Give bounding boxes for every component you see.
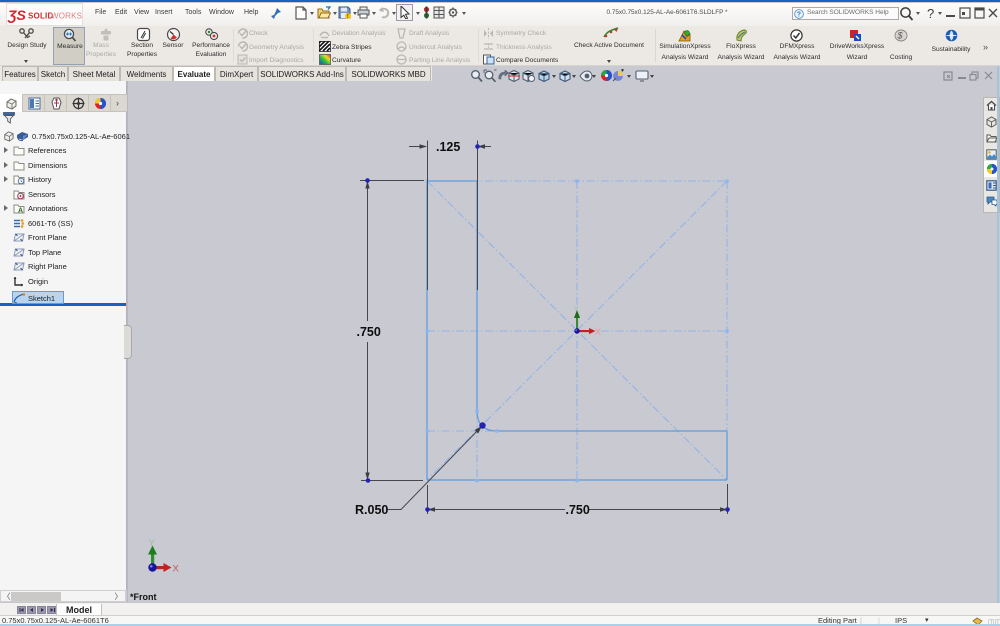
svg-text:X: X	[173, 564, 180, 575]
svg-text:.750: .750	[357, 325, 381, 339]
svg-text:X: X	[595, 327, 601, 337]
svg-text:.750: .750	[566, 503, 590, 517]
svg-text:.125: .125	[436, 140, 460, 154]
svg-text:R.050: R.050	[355, 503, 388, 517]
